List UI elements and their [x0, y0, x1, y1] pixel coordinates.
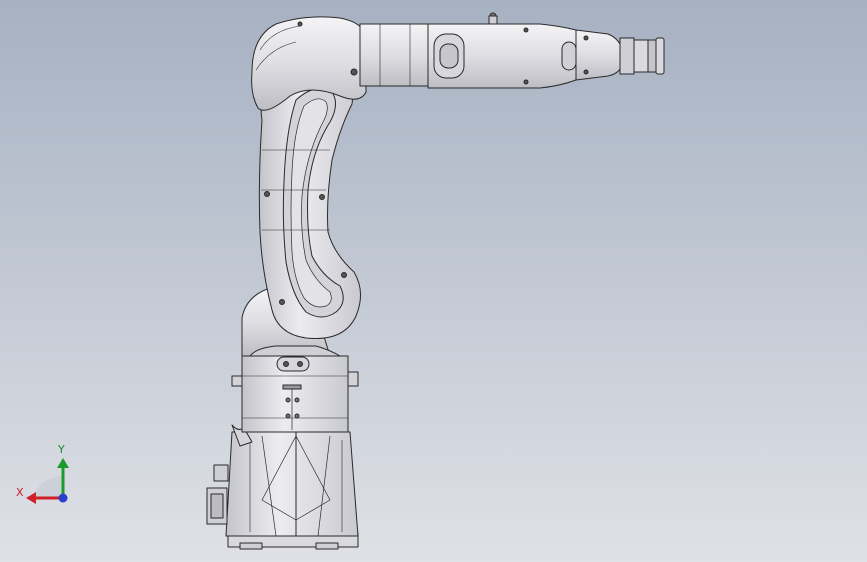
graphics-viewport[interactable]: X Y — [0, 0, 867, 562]
z-axis-dot — [58, 493, 68, 503]
triad-y-label: Y — [58, 443, 65, 456]
model-canvas[interactable] — [0, 0, 867, 562]
triad-x-label: X — [16, 486, 24, 499]
